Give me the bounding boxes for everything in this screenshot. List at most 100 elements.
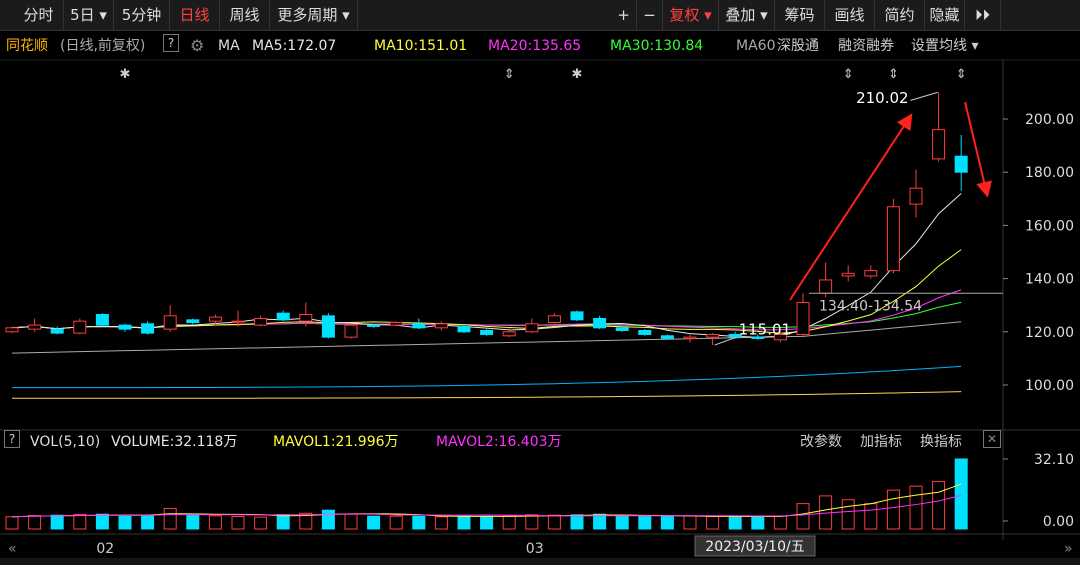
ma30-value: MA30:130.84 — [610, 38, 704, 54]
candle-body — [886, 206, 900, 272]
volume-bar — [570, 514, 584, 530]
candle-body — [593, 318, 607, 329]
gap-label: 134.40-134.54 — [819, 299, 922, 315]
candle-body — [819, 279, 833, 294]
candle-body — [141, 323, 155, 334]
candle-body — [276, 312, 290, 321]
volume-label: VOL(5,10) — [30, 434, 101, 450]
ma5-line — [11, 193, 962, 338]
volume-bar — [954, 458, 968, 530]
candle-body — [5, 327, 19, 333]
candle-body — [28, 324, 42, 330]
volume-bar — [254, 516, 268, 530]
volume-bar — [796, 503, 810, 530]
candle-body — [118, 324, 132, 330]
volume-bar — [73, 513, 87, 530]
volume-bar — [276, 514, 290, 530]
volume-bar — [773, 515, 787, 530]
switch-indicator-button[interactable]: 换指标 — [920, 430, 962, 454]
high-label: 210.02 — [856, 89, 909, 107]
mavol1-line — [11, 483, 962, 518]
add-indicator-button[interactable]: 加指标 — [860, 430, 902, 454]
volume-bar — [593, 513, 607, 530]
indicator-info-bar: 同花顺 (日线,前复权) ? ⚙ MA MA5:172.07 MA10:151.… — [0, 34, 1080, 58]
candle-body — [706, 333, 720, 338]
ma250-line — [11, 391, 962, 399]
volume-bar — [728, 516, 742, 530]
volume-bar — [457, 515, 471, 530]
vol-tick-label: 32.10 — [1034, 452, 1074, 468]
candle-body — [480, 329, 494, 335]
volume-bar — [502, 515, 516, 530]
candle-body — [796, 302, 810, 335]
scroll-left-icon: « — [8, 541, 17, 557]
ma-label: MA — [218, 38, 240, 54]
volume-bar — [683, 515, 697, 530]
mavol2-value: MAVOL2:16.403万 — [436, 434, 562, 450]
volume-value: VOLUME:32.118万 — [111, 434, 238, 450]
candle-body — [525, 323, 539, 333]
volume-bar — [163, 507, 177, 530]
event-marker-icon: ⇕ — [504, 67, 515, 82]
volume-bar — [864, 503, 878, 530]
volume-bar — [321, 509, 335, 530]
candle-body — [344, 324, 358, 338]
event-marker-icon: ⇕ — [888, 67, 899, 82]
volume-bar — [480, 515, 494, 530]
event-marker-icon: ⇕ — [956, 67, 967, 82]
candle-body — [163, 315, 177, 330]
candle-body — [231, 320, 245, 323]
candle-body — [909, 187, 923, 205]
volume-bar — [547, 514, 561, 530]
ma20-value: MA20:135.65 — [488, 38, 582, 54]
volume-bar — [412, 515, 426, 530]
low-label: 115.01 — [739, 320, 792, 338]
candle-body — [615, 327, 629, 331]
candle-body — [638, 329, 652, 335]
candle-body — [321, 315, 335, 338]
event-marker-icon: ✱ — [120, 67, 131, 82]
volume-bar — [434, 516, 448, 530]
stock-name[interactable]: 同花顺 — [6, 34, 48, 58]
vol-tick-label: 0.00 — [1043, 514, 1074, 530]
candle-body — [412, 323, 426, 329]
link-margin[interactable]: 融资融券 — [838, 34, 894, 58]
x-tick-label: 03 — [526, 541, 544, 557]
candle-body — [186, 319, 200, 323]
candle-body — [502, 331, 516, 337]
candle-body — [367, 324, 381, 327]
volume-bar — [932, 480, 946, 530]
volume-info-bar: ? VOL(5,10) VOLUME:32.118万 MAVOL1:21.996… — [0, 430, 1080, 454]
candle-body — [954, 155, 968, 173]
volume-bar — [660, 515, 674, 530]
volume-bar — [344, 513, 358, 530]
link-hk-connect[interactable]: 深股通 — [777, 34, 819, 58]
volume-bar — [208, 515, 222, 530]
candle-body — [683, 336, 697, 339]
candle-body — [254, 318, 268, 326]
trend-down-arrow — [964, 101, 992, 198]
volume-bar — [886, 489, 900, 530]
date-tooltip: 2023/03/10/五 — [705, 539, 804, 555]
volume-bar — [909, 485, 923, 530]
high-pointer — [910, 91, 938, 101]
candle-body — [208, 316, 222, 322]
chart-mode: (日线,前复权) — [60, 38, 146, 54]
candlestick-chart: 100.00 120.00 140.00 160.00 180.00 200.00 0.00… — [0, 59, 1080, 557]
volume-bar — [525, 514, 539, 530]
link-set-ma[interactable]: 设置均线 ▾ — [911, 34, 978, 58]
change-params-button[interactable]: 改参数 — [800, 430, 842, 454]
y-tick-label: 160.00 — [1025, 218, 1074, 234]
volume-bar — [706, 516, 720, 530]
mavol1-value: MAVOL1:21.996万 — [273, 434, 399, 450]
ma10-line — [11, 249, 962, 334]
event-marker-icon: ⇕ — [843, 67, 854, 82]
candle-body — [299, 314, 313, 322]
mavol2-line — [11, 494, 962, 518]
candle-body — [864, 270, 878, 277]
bottom-tab-strip[interactable] — [0, 558, 1080, 565]
candle-body — [932, 129, 946, 160]
ma120-line — [11, 365, 962, 389]
gear-icon[interactable]: ⚙ — [190, 34, 204, 58]
ma60-value: MA60 — [736, 38, 776, 54]
